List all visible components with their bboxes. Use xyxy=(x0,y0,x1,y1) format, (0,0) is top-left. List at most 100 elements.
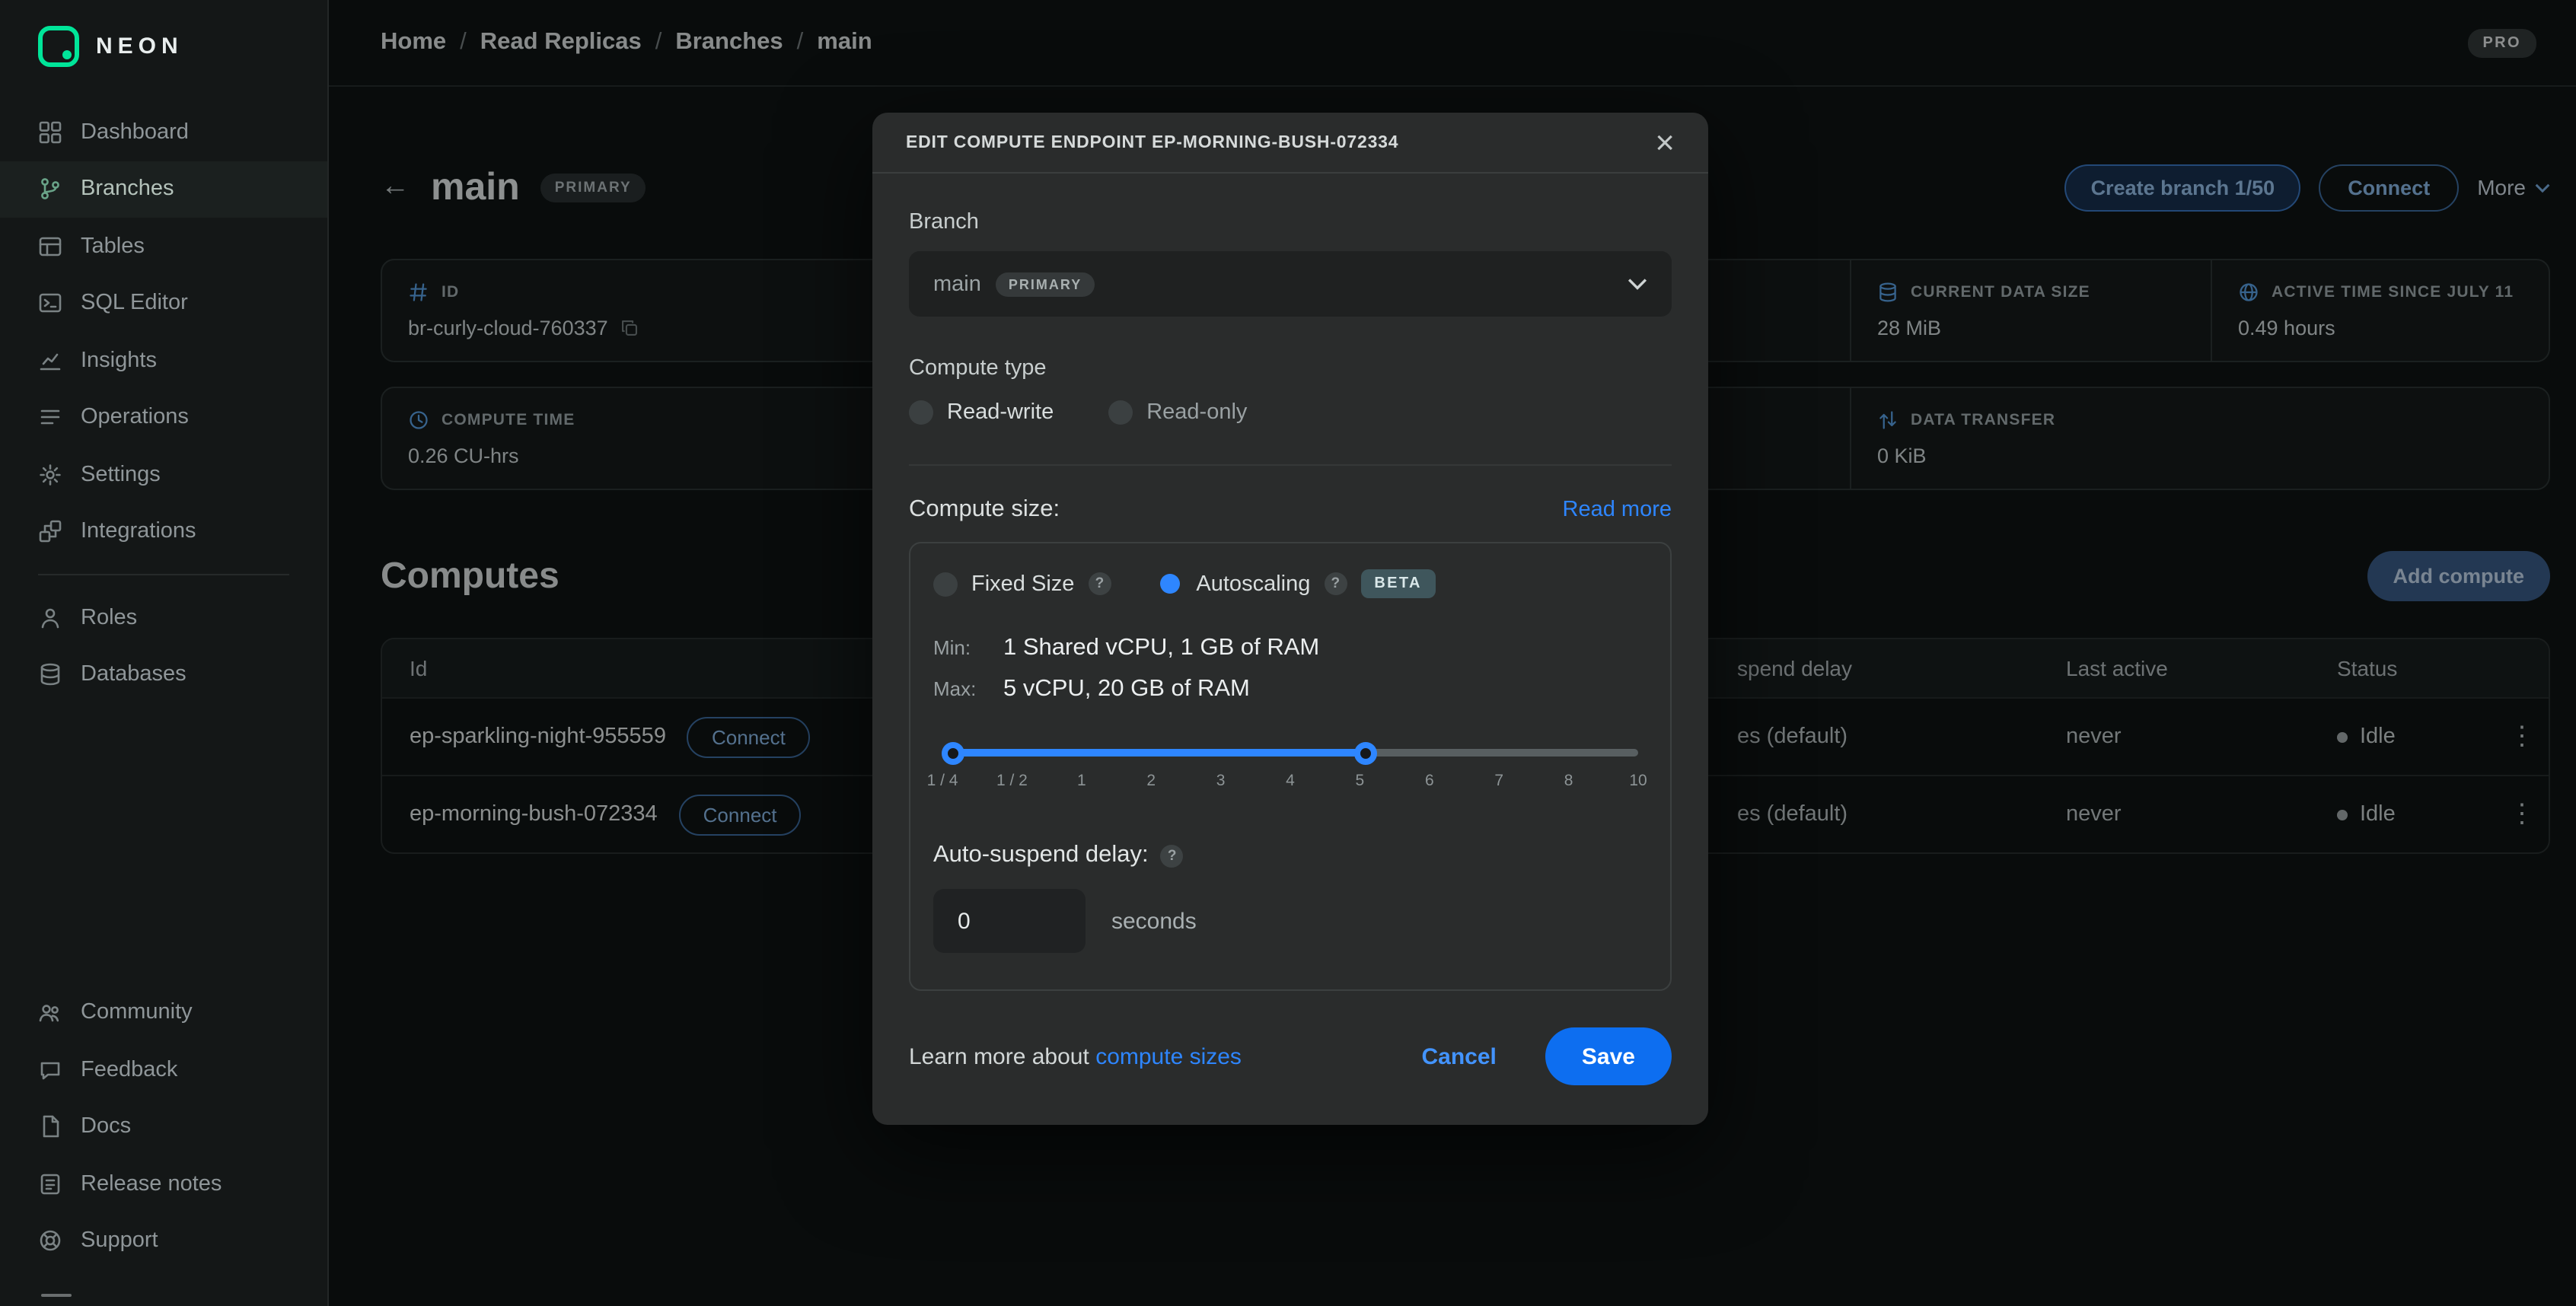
edit-compute-modal: EDIT COMPUTE ENDPOINT EP-MORNING-BUSH-07… xyxy=(872,113,1708,1125)
insights-icon xyxy=(38,349,62,373)
slider-track[interactable] xyxy=(942,749,1638,757)
slider-tick: 1 xyxy=(1077,772,1086,790)
auto-suspend-header: Auto-suspend delay: ? xyxy=(933,842,1647,869)
learn-more-prefix: Learn more about xyxy=(909,1043,1089,1069)
branch-label: Branch xyxy=(909,210,1672,234)
tables-icon xyxy=(38,234,62,259)
read-only-label: Read-only xyxy=(1146,400,1247,425)
max-value: 5 vCPU, 20 GB of RAM xyxy=(1003,676,1250,703)
branch-primary-badge: PRIMARY xyxy=(996,272,1094,296)
chevron-down-icon xyxy=(1628,277,1647,291)
compute-type-options: Read-write Read-only xyxy=(909,400,1672,425)
help-icon[interactable]: ? xyxy=(1088,572,1111,595)
autoscaling-label: Autoscaling xyxy=(1196,572,1310,596)
slider-tick: 8 xyxy=(1564,772,1573,790)
cancel-button[interactable]: Cancel xyxy=(1413,1042,1506,1071)
docs-icon xyxy=(38,1115,62,1139)
dashboard-icon xyxy=(38,120,62,145)
release-notes-icon xyxy=(38,1172,62,1196)
read-only-radio[interactable]: Read-only xyxy=(1108,400,1247,425)
sidebar-footer-nav: Community Feedback Docs Release notes Suppor… xyxy=(0,984,327,1282)
save-button[interactable]: Save xyxy=(1545,1027,1672,1085)
slider-tick: 5 xyxy=(1356,772,1365,790)
sidebar-item-docs[interactable]: Docs xyxy=(0,1098,327,1155)
slider-tick: 4 xyxy=(1286,772,1295,790)
beta-badge: BETA xyxy=(1360,569,1436,598)
max-label: Max: xyxy=(933,677,1003,700)
sidebar-item-label: Release notes xyxy=(81,1172,222,1196)
slider-tick: 1 / 2 xyxy=(996,772,1028,790)
help-icon[interactable]: ? xyxy=(1161,844,1184,867)
compute-size-label: Compute size: xyxy=(909,496,1060,524)
sidebar-item-sql-editor[interactable]: SQL Editor xyxy=(0,275,327,332)
compute-size-box: Fixed Size ? Autoscaling ? BETA Min: xyxy=(909,542,1672,991)
sql-editor-icon xyxy=(38,291,62,316)
slider-tick: 10 xyxy=(1629,772,1647,790)
sidebar-bottom-divider xyxy=(41,1294,72,1297)
radio-icon xyxy=(1108,400,1133,425)
sidebar-item-support[interactable]: Support xyxy=(0,1212,327,1269)
neon-console: NEON Dashboard Branches Tables SQL Editor In… xyxy=(0,0,2576,1306)
settings-icon xyxy=(38,463,62,487)
modal-footer: Learn more about compute sizes Cancel Sa… xyxy=(872,991,1708,1125)
brand-logo[interactable]: NEON xyxy=(0,0,327,88)
sidebar-item-label: SQL Editor xyxy=(81,291,188,316)
sidebar-item-label: Integrations xyxy=(81,520,196,544)
sidebar-item-tables[interactable]: Tables xyxy=(0,218,327,275)
sidebar: NEON Dashboard Branches Tables SQL Editor In… xyxy=(0,0,329,1306)
slider-ticks: 1 / 41 / 21234567810 xyxy=(942,772,1638,793)
radio-icon xyxy=(933,572,958,596)
sidebar-item-label: Dashboard xyxy=(81,120,189,145)
fixed-size-label: Fixed Size xyxy=(971,572,1074,596)
sidebar-nav: Dashboard Branches Tables SQL Editor Insight… xyxy=(0,104,327,703)
branch-select[interactable]: main PRIMARY xyxy=(909,251,1672,317)
read-more-link[interactable]: Read more xyxy=(1563,498,1672,522)
sidebar-item-roles[interactable]: Roles xyxy=(0,589,327,646)
slider-tick: 1 / 4 xyxy=(927,772,958,790)
sidebar-item-insights[interactable]: Insights xyxy=(0,332,327,389)
help-icon[interactable]: ? xyxy=(1324,572,1347,595)
slider-handle-min[interactable] xyxy=(942,741,964,764)
databases-icon xyxy=(38,663,62,687)
auto-suspend-input[interactable] xyxy=(933,889,1086,953)
neon-logo-icon xyxy=(38,26,79,67)
fixed-size-radio[interactable]: Fixed Size ? xyxy=(933,572,1111,596)
minmax-summary: Min: 1 Shared vCPU, 1 GB of RAM Max: 5 v… xyxy=(933,635,1647,703)
sidebar-item-integrations[interactable]: Integrations xyxy=(0,503,327,560)
modal-body: Branch main PRIMARY Compute type Read-wr… xyxy=(872,174,1708,991)
compute-size-slider[interactable]: 1 / 41 / 21234567810 xyxy=(933,749,1647,793)
sidebar-divider xyxy=(38,574,289,575)
sidebar-item-label: Databases xyxy=(81,663,187,687)
sidebar-item-label: Branches xyxy=(81,177,174,202)
roles-icon xyxy=(38,606,62,630)
integrations-icon xyxy=(38,520,62,544)
min-value: 1 Shared vCPU, 1 GB of RAM xyxy=(1003,635,1319,662)
modal-actions: Cancel Save xyxy=(1413,1027,1672,1085)
sidebar-item-label: Insights xyxy=(81,349,157,373)
compute-sizes-link[interactable]: compute sizes xyxy=(1095,1043,1242,1069)
sidebar-item-label: Community xyxy=(81,1001,193,1025)
sidebar-item-databases[interactable]: Databases xyxy=(0,646,327,703)
radio-selected-icon xyxy=(1159,574,1179,594)
modal-title: EDIT COMPUTE ENDPOINT EP-MORNING-BUSH-07… xyxy=(906,133,1398,151)
sidebar-item-label: Settings xyxy=(81,463,161,487)
sidebar-item-release-notes[interactable]: Release notes xyxy=(0,1155,327,1212)
close-icon[interactable]: × xyxy=(1655,126,1675,159)
sidebar-item-settings[interactable]: Settings xyxy=(0,446,327,503)
operations-icon xyxy=(38,406,62,430)
slider-handle-max[interactable] xyxy=(1354,741,1377,764)
sidebar-item-label: Docs xyxy=(81,1115,131,1139)
sidebar-item-community[interactable]: Community xyxy=(0,984,327,1041)
sidebar-item-branches[interactable]: Branches xyxy=(0,161,327,218)
slider-tick: 7 xyxy=(1494,772,1503,790)
modal-title-bar: EDIT COMPUTE ENDPOINT EP-MORNING-BUSH-07… xyxy=(872,113,1708,174)
sidebar-item-feedback[interactable]: Feedback xyxy=(0,1041,327,1098)
support-icon xyxy=(38,1229,62,1253)
radio-icon xyxy=(909,400,933,425)
feedback-icon xyxy=(38,1058,62,1082)
read-write-radio[interactable]: Read-write xyxy=(909,400,1054,425)
autoscaling-radio[interactable]: Autoscaling ? BETA xyxy=(1156,569,1436,598)
sidebar-item-dashboard[interactable]: Dashboard xyxy=(0,104,327,161)
auto-suspend-row: seconds xyxy=(933,889,1647,953)
sidebar-item-operations[interactable]: Operations xyxy=(0,389,327,446)
